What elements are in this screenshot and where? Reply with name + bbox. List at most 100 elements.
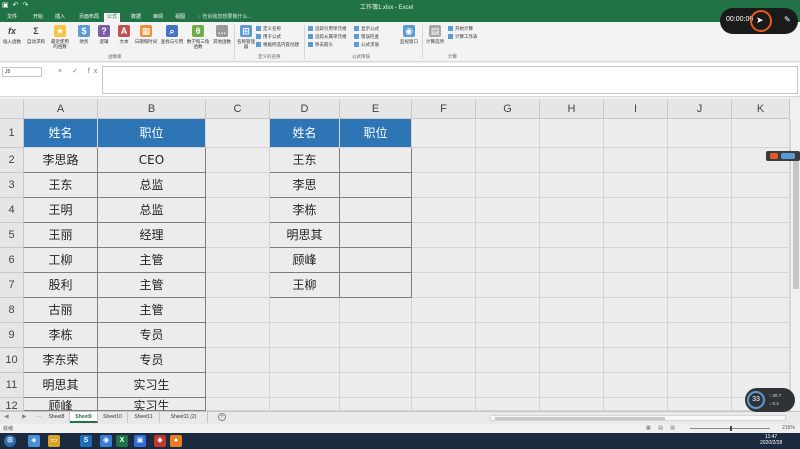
- cell-j10[interactable]: [668, 348, 732, 373]
- cell-c10[interactable]: [206, 348, 270, 373]
- cell-e11[interactable]: [340, 373, 412, 398]
- cell-i8[interactable]: [604, 298, 668, 323]
- remove-arrows-button[interactable]: 移去箭头: [308, 42, 333, 48]
- cell-f10[interactable]: [412, 348, 476, 373]
- cell-f4[interactable]: [412, 198, 476, 223]
- row-header-3[interactable]: 3: [0, 173, 24, 198]
- cell-h8[interactable]: [540, 298, 604, 323]
- cell-i4[interactable]: [604, 198, 668, 223]
- cell-j11[interactable]: [668, 373, 732, 398]
- taskbar-app-icon[interactable]: ●: [170, 435, 182, 447]
- select-all-corner[interactable]: [0, 99, 24, 119]
- cell-d8[interactable]: [270, 298, 340, 323]
- cell-g4[interactable]: [476, 198, 540, 223]
- cell-a12[interactable]: 顾峰: [24, 398, 98, 411]
- tab-page-layout[interactable]: 页面布局: [76, 13, 102, 22]
- cell-g9[interactable]: [476, 323, 540, 348]
- cell-c4[interactable]: [206, 198, 270, 223]
- row-header-5[interactable]: 5: [0, 223, 24, 248]
- taskbar-app-icon[interactable]: ◉: [100, 435, 112, 447]
- cell-h1[interactable]: [540, 119, 604, 148]
- cell-c7[interactable]: [206, 273, 270, 298]
- cell-f3[interactable]: [412, 173, 476, 198]
- cell-e7[interactable]: [340, 273, 412, 298]
- column-header-i[interactable]: I: [604, 99, 668, 119]
- cell-h12[interactable]: [540, 398, 604, 411]
- math-button[interactable]: θ 数学和三角函数: [186, 25, 210, 49]
- autosum-button[interactable]: Σ 自动求和: [26, 25, 46, 44]
- cell-k1[interactable]: [732, 119, 790, 148]
- cell-d9[interactable]: [270, 323, 340, 348]
- cell-i11[interactable]: [604, 373, 668, 398]
- cell-d11[interactable]: [270, 373, 340, 398]
- cell-i10[interactable]: [604, 348, 668, 373]
- cell-d5[interactable]: 明思其: [270, 223, 340, 248]
- cell-j1[interactable]: [668, 119, 732, 148]
- cell-h9[interactable]: [540, 323, 604, 348]
- scrollbar-thumb[interactable]: [495, 417, 665, 420]
- cell-i9[interactable]: [604, 323, 668, 348]
- cell-e3[interactable]: [340, 173, 412, 198]
- file-explorer-icon[interactable]: ▭: [48, 435, 60, 447]
- row-header-10[interactable]: 10: [0, 348, 24, 373]
- cell-e10[interactable]: [340, 348, 412, 373]
- watch-window-button[interactable]: ◉ 监视窗口: [398, 25, 420, 44]
- column-header-k[interactable]: K: [732, 99, 790, 119]
- cell-a3[interactable]: 王东: [24, 173, 98, 198]
- cell-c2[interactable]: [206, 148, 270, 173]
- cell-h6[interactable]: [540, 248, 604, 273]
- row-header-4[interactable]: 4: [0, 198, 24, 223]
- cell-f12[interactable]: [412, 398, 476, 411]
- cell-d10[interactable]: [270, 348, 340, 373]
- cell-k7[interactable]: [732, 273, 790, 298]
- cell-d2[interactable]: 王东: [270, 148, 340, 173]
- tab-insert[interactable]: 插入: [52, 13, 68, 22]
- cell-c12[interactable]: [206, 398, 270, 411]
- more-functions-button[interactable]: … 其他函数: [212, 25, 232, 44]
- cell-j7[interactable]: [668, 273, 732, 298]
- cell-i5[interactable]: [604, 223, 668, 248]
- cell-j9[interactable]: [668, 323, 732, 348]
- cell-j5[interactable]: [668, 223, 732, 248]
- cell-g6[interactable]: [476, 248, 540, 273]
- create-from-selection-button[interactable]: 根据所选内容创建: [256, 42, 299, 48]
- cell-g8[interactable]: [476, 298, 540, 323]
- financial-button[interactable]: $ 财务: [74, 25, 94, 44]
- cell-j8[interactable]: [668, 298, 732, 323]
- column-header-h[interactable]: H: [540, 99, 604, 119]
- tab-view[interactable]: 视图: [172, 13, 188, 22]
- cell-h5[interactable]: [540, 223, 604, 248]
- lookup-button[interactable]: ⌕ 查找与引用: [160, 25, 184, 44]
- trace-precedents-button[interactable]: 追踪引用单元格: [308, 26, 347, 32]
- browser-icon[interactable]: S: [80, 435, 92, 447]
- error-check-button[interactable]: 错误检查: [354, 34, 379, 40]
- cell-b11[interactable]: 实习生: [98, 373, 206, 398]
- cell-i12[interactable]: [604, 398, 668, 411]
- cell-b8[interactable]: 主管: [98, 298, 206, 323]
- cell-e9[interactable]: [340, 323, 412, 348]
- cell-k5[interactable]: [732, 223, 790, 248]
- recorder-widget[interactable]: 00:00:00 ➤ ✎: [720, 8, 798, 34]
- cell-k10[interactable]: [732, 348, 790, 373]
- cell-g2[interactable]: [476, 148, 540, 173]
- cell-d7[interactable]: 王柳: [270, 273, 340, 298]
- recent-functions-button[interactable]: ★ 最近使用的函数: [50, 25, 70, 49]
- cell-f6[interactable]: [412, 248, 476, 273]
- cell-i3[interactable]: [604, 173, 668, 198]
- use-in-formula-button[interactable]: 用于公式: [256, 34, 281, 40]
- prev-sheet-arrow-icon[interactable]: ◀: [4, 413, 9, 420]
- cell-a11[interactable]: 明思其: [24, 373, 98, 398]
- formula-input[interactable]: [102, 66, 798, 94]
- cell-e2[interactable]: [340, 148, 412, 173]
- cell-b6[interactable]: 主管: [98, 248, 206, 273]
- cell-j3[interactable]: [668, 173, 732, 198]
- cell-a4[interactable]: 王明: [24, 198, 98, 223]
- redo-icon[interactable]: ↷: [23, 1, 29, 11]
- cell-i7[interactable]: [604, 273, 668, 298]
- formula-buttons[interactable]: × ✓ fx: [58, 67, 101, 75]
- row-header-12[interactable]: 12: [0, 398, 24, 412]
- cell-k8[interactable]: [732, 298, 790, 323]
- cell-h7[interactable]: [540, 273, 604, 298]
- trace-dependents-button[interactable]: 追踪从属单元格: [308, 34, 347, 40]
- cell-g11[interactable]: [476, 373, 540, 398]
